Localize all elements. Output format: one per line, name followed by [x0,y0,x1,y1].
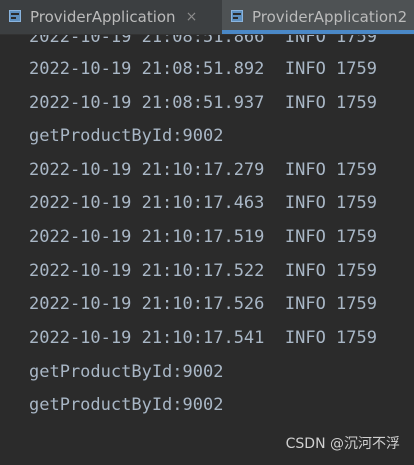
tab-provider-application-2[interactable]: ProviderApplication2 [222,0,414,34]
console-line: 2022-10-19 21:10:17.522 INFO 1759 [29,261,377,281]
watermark: CSDN @沉河不浮 [285,436,400,452]
console-line: 2022-10-19 21:10:17.526 INFO 1759 [29,294,377,314]
console-line: 2022-10-19 21:08:51.937 INFO 1759 [29,93,377,113]
tab-provider-application[interactable]: ProviderApplication × [0,0,222,34]
application-icon [8,9,24,25]
tab-label: ProviderApplication [30,8,176,26]
console-line: 2022-10-19 21:10:17.463 INFO 1759 [29,193,377,213]
console-line: 2022-10-19 21:10:17.279 INFO 1759 [29,160,377,180]
console-line: 2022-10-19 21:10:17.541 INFO 1759 [29,328,377,348]
close-icon[interactable]: × [186,10,198,24]
console-line: getProductById:9002 [29,362,224,382]
run-console-window: ProviderApplication × ProviderApplicatio… [0,0,414,465]
tab-label: ProviderApplication2 [252,8,408,26]
console-line: getProductById:9002 [29,126,224,146]
console-output[interactable]: 2022-10-19 21:08:51.866 INFO 1759 2022-1… [0,35,414,465]
run-tab-bar: ProviderApplication × ProviderApplicatio… [0,0,414,35]
console-line: 2022-10-19 21:10:17.519 INFO 1759 [29,227,377,247]
application-icon [230,9,246,25]
console-line: 2022-10-19 21:08:51.892 INFO 1759 [29,59,377,79]
console-line: getProductById:9002 [29,395,224,415]
console-line: 2022-10-19 21:08:51.866 INFO 1759 [29,35,377,47]
